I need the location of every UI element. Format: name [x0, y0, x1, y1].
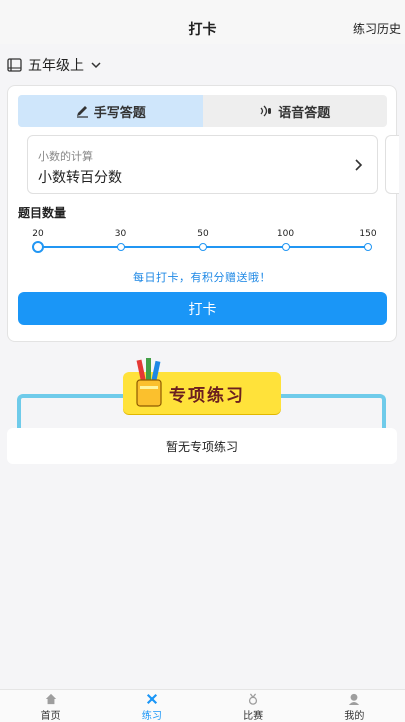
- checkin-card: 手写答题 语音答题 小数的计算 小数转百分数 题目数量 20 30 50 100…: [7, 85, 399, 342]
- nav-home[interactable]: 首页: [0, 690, 101, 722]
- tab-handwriting-label: 手写答题: [93, 105, 146, 121]
- medal-icon: [249, 693, 258, 705]
- question-count-slider[interactable]: 20 30 50 100 150: [32, 225, 377, 255]
- slider-stop[interactable]: [364, 243, 372, 251]
- next-topic-card[interactable]: [385, 135, 399, 194]
- slider-tick-label: 150: [359, 229, 377, 239]
- top-bar: 打卡 练习历史: [0, 0, 405, 44]
- slider-tick-label: 50: [197, 229, 209, 239]
- tab-voice-label: 语音答题: [278, 105, 331, 121]
- chevron-right-icon: [355, 159, 363, 171]
- question-count-label: 题目数量: [18, 206, 67, 220]
- reward-hint: 每日打卡，有积分赠送哦！: [133, 271, 271, 284]
- slider-tick-label: 20: [32, 229, 44, 239]
- slider-tick-label: 30: [114, 229, 127, 239]
- pen-icon: [76, 106, 88, 118]
- empty-state: 暂无专项练习: [7, 428, 397, 464]
- page-title: 打卡: [188, 22, 217, 38]
- slider-tick-label: 100: [276, 229, 295, 239]
- slider-stop[interactable]: [116, 243, 125, 251]
- tab-voice[interactable]: 语音答题: [203, 95, 388, 127]
- grade-label: 五年级上: [28, 58, 84, 74]
- topic-name: 小数转百分数: [38, 170, 122, 186]
- tab-handwriting[interactable]: 手写答题: [18, 95, 203, 127]
- slider-stop[interactable]: [199, 243, 207, 251]
- nav-profile-label: 我的: [344, 711, 365, 722]
- home-icon: [45, 693, 56, 705]
- nav-practice-label: 练习: [141, 711, 162, 722]
- user-icon: [349, 693, 360, 705]
- practice-icon: [146, 693, 157, 705]
- slider-stop[interactable]: [281, 243, 290, 251]
- nav-practice[interactable]: 练习: [101, 690, 202, 722]
- bottom-nav: 首页 练习 比赛 我的: [0, 689, 405, 722]
- special-practice-title: 专项练习: [169, 386, 245, 406]
- nav-contest[interactable]: 比赛: [203, 690, 304, 722]
- answer-mode-tabs: 手写答题 语音答题: [18, 95, 387, 127]
- nav-profile[interactable]: 我的: [304, 690, 405, 722]
- nav-contest-label: 比赛: [243, 711, 264, 722]
- nav-home-label: 首页: [40, 711, 61, 722]
- special-practice-banner: 专项练习: [123, 358, 281, 414]
- grade-selector[interactable]: 五年级上: [7, 55, 102, 75]
- chevron-down-icon: [91, 62, 101, 69]
- book-icon: [7, 58, 22, 72]
- history-link[interactable]: 练习历史: [353, 20, 401, 37]
- topic-selector[interactable]: 小数的计算 小数转百分数: [27, 135, 378, 194]
- pencil-cup-icon: [136, 358, 162, 407]
- checkin-button[interactable]: 打卡: [18, 292, 387, 325]
- slider-stop-selected[interactable]: [32, 241, 44, 253]
- topic-category: 小数的计算: [38, 150, 93, 163]
- voice-icon: [260, 105, 272, 117]
